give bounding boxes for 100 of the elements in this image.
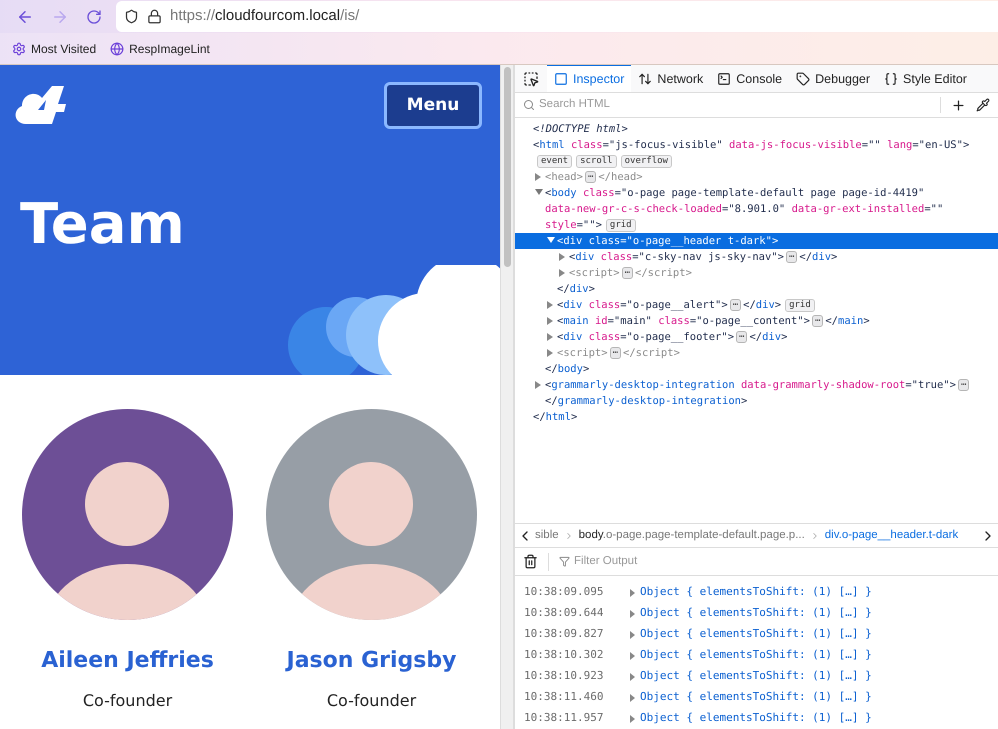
markup-text: > bbox=[740, 395, 748, 407]
trash-icon[interactable] bbox=[523, 554, 538, 569]
markup-text: ="" bbox=[862, 139, 881, 151]
shield-icon[interactable] bbox=[124, 9, 139, 24]
address-bar[interactable]: https://cloudfourcom.local/is/ bbox=[116, 1, 998, 32]
log-message[interactable]: Object { elementsToShift: (1) […] } bbox=[640, 605, 872, 622]
collapsed-content-button[interactable]: ⋯ bbox=[584, 171, 596, 184]
log-timestamp: 10:38:09.644 bbox=[524, 605, 604, 622]
bookmark-item[interactable]: RespImageLint bbox=[110, 40, 210, 58]
expand-caret-icon[interactable] bbox=[630, 652, 635, 660]
log-message[interactable]: Object { elementsToShift: (1) […] } bbox=[640, 689, 872, 706]
expand-caret-icon[interactable] bbox=[630, 610, 635, 618]
log-message[interactable]: Object { elementsToShift: (1) […] } bbox=[640, 584, 872, 601]
scrollbar-thumb[interactable] bbox=[504, 67, 510, 267]
node-badge[interactable]: event bbox=[537, 154, 572, 168]
attribute-name: class bbox=[582, 187, 615, 199]
markup-text: > bbox=[778, 251, 784, 263]
attribute-name: class bbox=[588, 235, 620, 247]
attribute-name: class bbox=[570, 139, 603, 151]
devtools-tab[interactable]: Style Editor bbox=[877, 65, 974, 92]
tag-name: div bbox=[756, 299, 775, 311]
attribute-name: style bbox=[545, 219, 577, 231]
markup-text: ="true" bbox=[905, 379, 950, 391]
markup-text: > bbox=[950, 379, 956, 391]
menu-button[interactable]: Menu bbox=[384, 82, 482, 129]
tag-name: body bbox=[558, 363, 583, 375]
markup-line[interactable]: </html> bbox=[515, 409, 998, 425]
element-picker-icon[interactable] bbox=[523, 71, 539, 87]
tag-name: html bbox=[539, 139, 565, 151]
collapsed-content-button[interactable]: ⋯ bbox=[958, 379, 970, 392]
markup-line[interactable]: </div> bbox=[515, 281, 998, 297]
devtools-tab[interactable]: Network bbox=[631, 65, 710, 92]
collapsed-content-button[interactable]: ⋯ bbox=[736, 331, 748, 344]
attribute-name: data-grammarly-shadow-root bbox=[740, 379, 906, 391]
person-name[interactable]: Jason Grigsby bbox=[286, 644, 456, 677]
expand-caret-icon[interactable] bbox=[630, 714, 635, 722]
markup-line[interactable]: <script> ⋯ </script> bbox=[515, 265, 998, 281]
search-field[interactable]: Search HTML bbox=[539, 96, 936, 114]
tag-name: div bbox=[762, 331, 782, 343]
collapsed-content-button[interactable]: ⋯ bbox=[610, 347, 621, 360]
add-icon[interactable] bbox=[951, 98, 966, 112]
log-message[interactable]: Object { elementsToShift: (1) […] } bbox=[640, 710, 872, 727]
devtools-tab[interactable]: Debugger bbox=[789, 65, 878, 92]
node-badge[interactable]: scroll bbox=[576, 154, 617, 168]
markup-line[interactable]: </body> bbox=[515, 361, 998, 377]
log-message[interactable]: Object { elementsToShift: (1) […] } bbox=[640, 626, 872, 643]
devtools-tab[interactable]: Console bbox=[710, 65, 790, 92]
markup-line[interactable]: <script> ⋯ </script> bbox=[515, 345, 998, 361]
collapsed-caret-icon[interactable] bbox=[535, 173, 541, 181]
expand-caret-icon[interactable] bbox=[630, 588, 635, 596]
collapsed-content-button[interactable]: ⋯ bbox=[730, 299, 742, 312]
markup-line[interactable]: <grammarly-desktop-integration data-grammarly-shadow-root="true"> ⋯ </grammarly-desktop-integration> bbox=[515, 377, 998, 409]
markup-line[interactable]: <!DOCTYPE html> bbox=[515, 121, 998, 137]
markup-text: > bbox=[831, 251, 838, 263]
collapsed-content-button[interactable]: ⋯ bbox=[786, 251, 798, 264]
markup-text: ="en-US" bbox=[912, 139, 963, 151]
markup-line[interactable]: <main id="main" class="o-page__content"> ⋯ </main> bbox=[515, 313, 998, 329]
attribute-name: class bbox=[588, 331, 620, 343]
markup-line[interactable]: <div class="o-page__footer"> ⋯ </div> bbox=[515, 329, 998, 345]
expanded-caret-icon[interactable] bbox=[535, 189, 543, 195]
markup-text: </head> bbox=[598, 171, 643, 183]
log-timestamp: 10:38:09.827 bbox=[524, 626, 604, 642]
log-timestamp: 10:38:10.923 bbox=[524, 668, 604, 684]
breadcrumb-item[interactable]: body.o-page.page-template-default.page.p... bbox=[578, 526, 805, 544]
attribute-name: data-js-focus-visible bbox=[729, 139, 862, 151]
node-badge[interactable]: overflow bbox=[620, 154, 672, 168]
log-message[interactable]: Object { elementsToShift: (1) […] } bbox=[640, 647, 872, 664]
reload-icon[interactable] bbox=[86, 8, 102, 24]
collapsed-content-button[interactable]: ⋯ bbox=[622, 267, 633, 280]
markup-line[interactable]: <div class="o-page__alert"> ⋯ </div> grid bbox=[515, 297, 998, 313]
node-badge[interactable]: grid bbox=[785, 298, 815, 312]
markup-line[interactable]: <head> ⋯ </head> bbox=[515, 169, 998, 185]
devtools-tab[interactable]: Inspector bbox=[547, 65, 632, 92]
eyedropper-icon[interactable] bbox=[976, 98, 990, 112]
expand-caret-icon[interactable] bbox=[630, 630, 635, 638]
markup-text: > bbox=[728, 331, 734, 343]
bookmark-item[interactable]: Most Visited bbox=[12, 40, 96, 58]
markup-text: > bbox=[962, 139, 970, 151]
markup-text: > bbox=[781, 331, 788, 343]
expand-caret-icon[interactable] bbox=[630, 672, 635, 680]
expand-caret-icon[interactable] bbox=[630, 694, 635, 702]
node-badge[interactable]: grid bbox=[606, 218, 636, 232]
breadcrumb-item[interactable]: div.o-page__header.t-dark bbox=[824, 526, 958, 544]
tag-name: div bbox=[563, 235, 582, 247]
markup-line[interactable]: <div class="c-sky-nav js-sky-nav"> ⋯ </div> bbox=[515, 249, 998, 265]
tag-name: main bbox=[838, 315, 864, 327]
collapsed-content-button[interactable]: ⋯ bbox=[812, 315, 824, 328]
tag-icon bbox=[796, 72, 810, 86]
markup-line[interactable]: <body class="o-page page-template-default page page-id-4419" data-new-gr-c-s-check-loaded="8.901.0" data-gr-ext-installed="" style=""> grid bbox=[515, 185, 998, 233]
attribute-name: class bbox=[600, 251, 632, 263]
breadcrumb-item[interactable]: sible bbox=[535, 526, 559, 544]
attribute-name: data-new-gr-c-s-check-loaded bbox=[545, 203, 722, 215]
collapsed-caret-icon[interactable] bbox=[535, 381, 541, 389]
tag-name: div bbox=[563, 299, 582, 311]
lock-icon[interactable] bbox=[147, 9, 162, 24]
markup-line[interactable]: <html class="js-focus-visible" data-js-focus-visible="" lang="en-US"> event scroll overflow bbox=[515, 137, 998, 169]
log-message[interactable]: Object { elementsToShift: (1) […] } bbox=[640, 668, 872, 685]
filter-field[interactable]: Filter Output bbox=[574, 552, 990, 570]
person-name[interactable]: Aileen Jeffries bbox=[41, 644, 214, 677]
markup-text: < bbox=[557, 331, 564, 343]
